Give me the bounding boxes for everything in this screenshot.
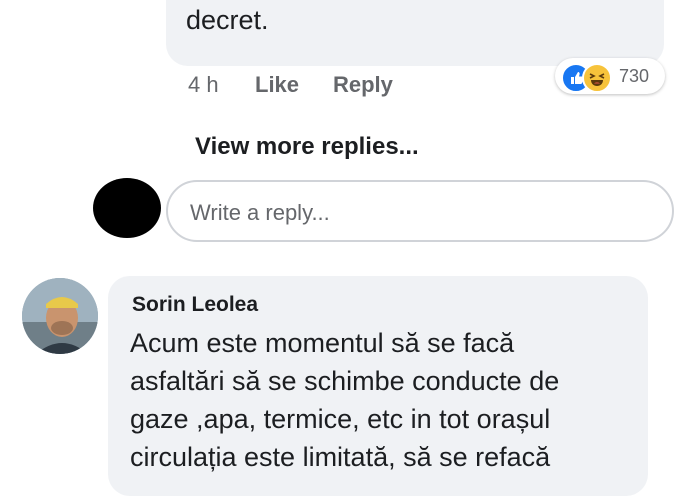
comment-timestamp[interactable]: 4 h <box>188 72 219 98</box>
comment-text: apar chiar dacă este interzis prin decre… <box>186 5 269 35</box>
view-more-replies-link[interactable]: View more replies... <box>195 133 419 161</box>
avatar-redacted <box>93 178 161 238</box>
reactions-summary[interactable]: 730 <box>555 58 665 94</box>
reply-input[interactable] <box>188 198 652 228</box>
reply-button[interactable]: Reply <box>333 72 393 98</box>
avatar[interactable] <box>22 278 98 354</box>
comment-bubble: Sorin Leolea Acum este momentul să se fa… <box>108 276 648 496</box>
reaction-count: 730 <box>619 66 650 86</box>
like-button[interactable]: Like <box>255 72 299 98</box>
comment-author[interactable]: Sorin Leolea <box>132 293 258 317</box>
haha-icon <box>582 63 612 93</box>
reply-box[interactable] <box>166 180 674 242</box>
comment-text: Acum este momentul să se facă asfaltări … <box>130 328 560 472</box>
comment-bubble-top: apar chiar dacă este interzis prin decre… <box>166 0 664 66</box>
